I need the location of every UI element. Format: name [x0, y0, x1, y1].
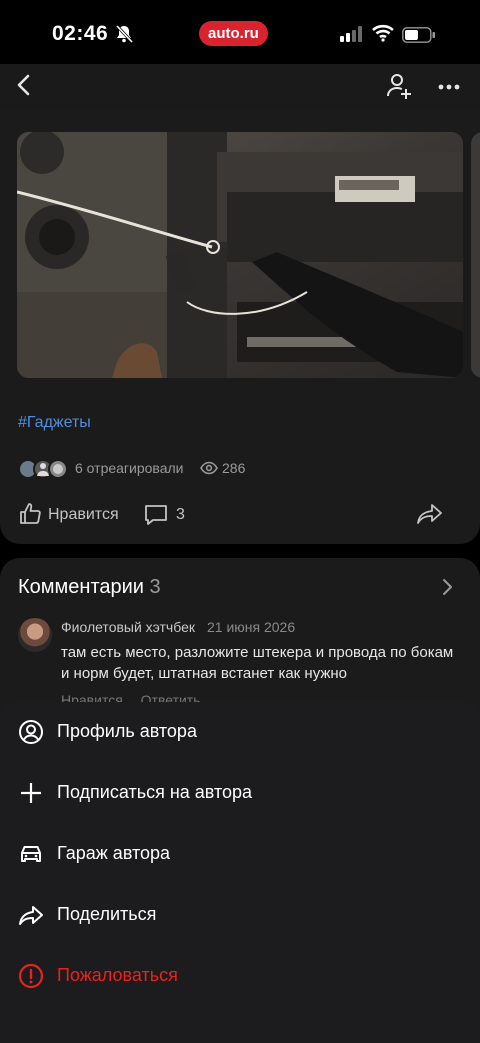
post-actions: Нравится 3: [0, 500, 480, 530]
views-count: 286: [222, 460, 246, 476]
post-photo[interactable]: [17, 132, 463, 378]
auto-ru-pill[interactable]: auto.ru: [199, 21, 268, 46]
reaction-avatars: [18, 459, 68, 479]
menu-item-label: Подписаться на автора: [57, 782, 253, 802]
battery-icon: [402, 27, 435, 43]
share-icon[interactable]: [416, 502, 444, 526]
share-icon: [19, 906, 43, 925]
plus-icon: [21, 783, 41, 803]
comments-title: Комментарии: [18, 576, 144, 598]
menu-item-label: Пожаловаться: [57, 965, 178, 985]
more-options-icon[interactable]: [436, 77, 462, 97]
menu-item-author-profile[interactable]: Профиль автора: [0, 706, 480, 756]
bell-off-icon: [115, 24, 134, 44]
top-nav: [0, 64, 480, 110]
status-bar: 02:46 auto.ru: [0, 0, 480, 64]
hashtag-link[interactable]: #Гаджеты: [18, 414, 91, 432]
menu-item-label: Профиль автора: [57, 721, 197, 741]
like-button[interactable]: Нравится: [18, 500, 128, 528]
comment-date: 21 июня 2026: [207, 619, 296, 635]
menu-item-share[interactable]: Поделиться: [0, 889, 480, 939]
comments-header[interactable]: Комментарии 3: [18, 576, 161, 599]
car-icon: [21, 846, 41, 862]
status-time: 02:46: [52, 22, 109, 45]
comment-author[interactable]: Фиолетовый хэтчбек: [61, 619, 195, 635]
menu-item-label: Гараж автора: [57, 843, 171, 863]
menu-item-report[interactable]: Пожаловаться: [0, 950, 480, 1000]
comment-icon: [145, 505, 167, 525]
signal-icon: [340, 26, 362, 42]
comments-button[interactable]: 3: [144, 500, 194, 528]
chevron-right-icon[interactable]: [440, 577, 454, 597]
post-card: #Гаджеты 6 отреагировали 286 Нравится 3: [0, 110, 480, 544]
add-user-icon[interactable]: [386, 72, 412, 100]
action-sheet: Профиль автора Подписаться на автора Гар…: [0, 702, 480, 1043]
avatar[interactable]: [18, 618, 52, 652]
reactions-row[interactable]: 6 отреагировали 286: [18, 458, 318, 480]
menu-item-subscribe[interactable]: Подписаться на автора: [0, 767, 480, 817]
alert-icon: [18, 963, 44, 989]
menu-item-label: Поделиться: [57, 904, 157, 924]
thumbs-up-icon: [20, 503, 41, 524]
back-arrow-icon[interactable]: [12, 70, 36, 100]
menu-item-author-garage[interactable]: Гараж автора: [0, 828, 480, 878]
reactions-count: 6 отреагировали: [75, 460, 184, 476]
comments-count: 3: [176, 506, 185, 523]
next-photo-preview[interactable]: [471, 132, 480, 378]
wifi-icon: [372, 24, 394, 42]
like-label: Нравится: [48, 506, 119, 523]
eye-icon: [200, 461, 218, 475]
comments-total: 3: [149, 576, 161, 598]
user-circle-icon: [19, 720, 43, 744]
comment-text: там есть место, разложите штекера и пров…: [61, 644, 454, 682]
